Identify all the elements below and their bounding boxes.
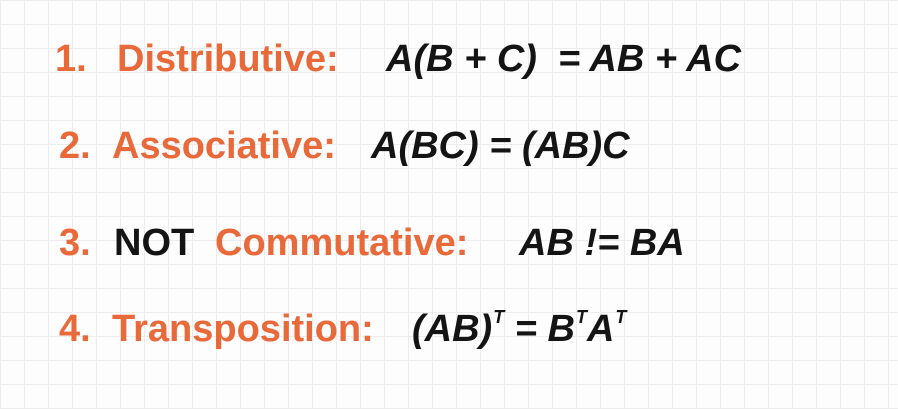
property-formula: A(BC) = (AB)C: [371, 125, 630, 167]
property-term: Commutative:: [215, 222, 469, 264]
list-number: 2.: [59, 125, 91, 167]
property-formula: AB != BA: [519, 222, 685, 264]
list-number: 1.: [55, 38, 87, 80]
negation-label: NOT: [114, 222, 195, 264]
property-term: Transposition:: [112, 308, 374, 350]
formula-equals-b: = B: [504, 308, 575, 350]
property-term: Distributive:: [117, 38, 339, 80]
property-term: Associative:: [112, 125, 336, 167]
list-number: 4.: [59, 308, 91, 350]
list-number: 3.: [59, 222, 91, 264]
transpose-superscript: T: [575, 307, 587, 328]
transpose-superscript: T: [615, 307, 627, 328]
formula-a: A: [586, 308, 615, 350]
transpose-superscript: T: [493, 307, 505, 328]
formula-lhs: (AB): [412, 308, 493, 350]
property-formula: A(B + C) = AB + AC: [386, 38, 742, 80]
property-formula: (AB)T = BTAT: [412, 307, 627, 350]
